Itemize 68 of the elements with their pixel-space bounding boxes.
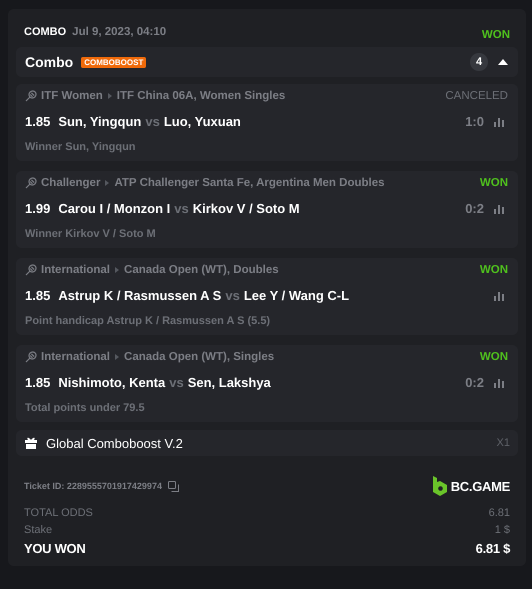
gift-icon	[25, 437, 37, 449]
caret-up-icon[interactable]	[498, 59, 508, 65]
home-team: Sun, Yingqun	[58, 114, 142, 129]
leg-status: WON	[480, 177, 508, 189]
match-score: 0:2	[465, 201, 484, 216]
market-selection: Winner Kirkov V / Soto M	[25, 228, 157, 240]
sport-category: International	[41, 264, 110, 276]
stats-icon[interactable]	[494, 290, 504, 300]
versus-label: vs	[145, 114, 160, 129]
market-selection: Total points under 79.5	[25, 402, 146, 414]
copy-icon[interactable]	[168, 480, 179, 492]
home-team: Nishimoto, Kenta	[58, 375, 166, 390]
total-value: 6.81 $	[476, 541, 510, 556]
tournament-name: Canada Open (WT), Singles	[124, 351, 274, 363]
sport-category: International	[41, 351, 110, 363]
market-selection: Point handicap Astrup K / Rasmussen A S (5.5)	[25, 315, 272, 327]
bet-date: Jul 9, 2023, 04:10	[72, 26, 166, 38]
combo-bar[interactable]: Combo COMBOBOOST 4	[16, 47, 518, 77]
leg-status: CANCELED	[445, 90, 508, 102]
versus-label: vs	[174, 201, 189, 216]
versus-label: vs	[225, 288, 240, 303]
total-value: 1 $	[494, 524, 510, 536]
away-team: Sen, Lakshya	[188, 375, 271, 390]
versus-label: vs	[169, 375, 184, 390]
match-score: 0:2	[465, 375, 484, 390]
home-team: Carou I / Monzon I	[58, 201, 170, 216]
chevron-icon	[105, 180, 110, 186]
tournament-name: ATP Challenger Santa Fe, Argentina Men Doubles	[114, 177, 385, 189]
racket-icon	[25, 90, 37, 102]
ticket-id: Ticket ID: 2289555701917429974	[24, 481, 162, 491]
chevron-icon	[108, 93, 112, 99]
stats-icon[interactable]	[494, 378, 504, 388]
tournament-name: ITF China 06A, Women Singles	[116, 90, 286, 102]
tournament-name: Canada Open (WT), Doubles	[124, 264, 279, 276]
leg-status: WON	[480, 351, 508, 363]
away-team: Kirkov V / Soto M	[192, 201, 300, 216]
total-value: 6.81	[488, 507, 510, 519]
total-label: TOTAL ODDS	[24, 507, 93, 519]
racket-icon	[25, 177, 37, 189]
odds: 1.85	[25, 288, 50, 303]
odds: 1.85	[25, 375, 50, 390]
away-team: Lee Y / Wang C-L	[244, 288, 350, 303]
odds: 1.85	[25, 114, 50, 129]
sport-category: Challenger	[41, 177, 100, 189]
boost-title: Global Comboboost V.2	[46, 436, 183, 450]
chevron-icon	[115, 354, 120, 360]
stats-icon[interactable]	[494, 116, 504, 126]
total-label: Stake	[24, 524, 52, 536]
leg-status: WON	[480, 264, 508, 276]
home-team: Astrup K / Rasmussen A S	[58, 288, 222, 303]
comboboost-badge: COMBOBOOST	[81, 56, 146, 68]
chevron-icon	[115, 267, 120, 273]
brand-name: BC.GAME	[450, 478, 510, 494]
odds: 1.99	[25, 201, 50, 216]
bet-status: WON	[482, 29, 510, 41]
racket-icon	[25, 351, 37, 363]
stats-icon[interactable]	[494, 204, 504, 214]
combo-title: Combo	[25, 54, 74, 70]
racket-icon	[25, 264, 37, 276]
logo-icon	[432, 476, 447, 496]
market-selection: Winner Sun, Yingqun	[25, 141, 137, 153]
boost-multiplier: X1	[496, 437, 510, 449]
selection-count: 4	[470, 53, 488, 71]
sport-category: ITF Women	[41, 90, 103, 102]
total-label: YOU WON	[24, 541, 86, 556]
bet-type: COMBO	[24, 26, 66, 38]
away-team: Luo, Yuxuan	[164, 114, 241, 129]
match-score: 1:0	[465, 114, 484, 129]
